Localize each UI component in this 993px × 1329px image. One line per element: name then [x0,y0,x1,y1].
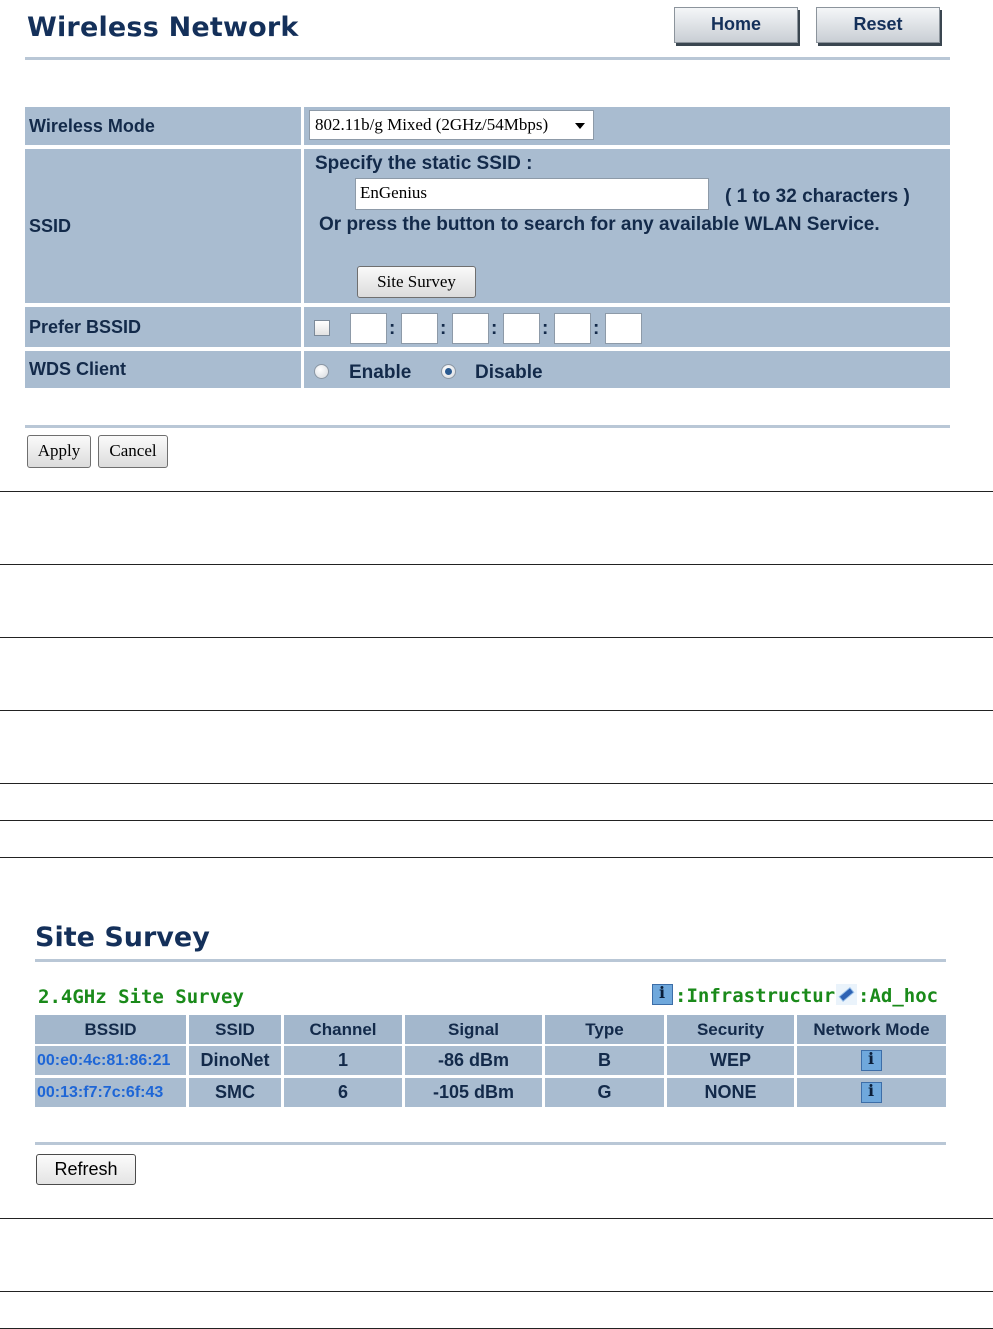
wds-client-cell: Enable Disable [304,351,950,388]
wds-disable-radio[interactable] [441,364,456,379]
security-cell: NONE [667,1078,794,1107]
divider-line [0,1291,993,1292]
security-cell: WEP [667,1046,794,1075]
site-survey-bottom-divider [35,1142,946,1145]
infrastructure-icon [861,1049,882,1071]
infrastructure-legend-label: :Infrastructure [675,985,847,1007]
column-header-network-mode: Network Mode [797,1015,946,1044]
ssid-cell: SMC [189,1078,281,1107]
column-header-channel: Channel [284,1015,402,1044]
bssid-separator: : [389,318,396,339]
ssid-specify-text: Specify the static SSID : [315,153,533,174]
ssid-cell: Specify the static SSID : EnGenius ( 1 t… [304,149,950,303]
reset-button[interactable]: Reset [816,7,940,43]
wireless-mode-select[interactable]: 802.11b/g Mixed (2GHz/54Mbps) [309,110,594,140]
site-survey-button[interactable]: Site Survey [357,266,476,298]
form-bottom-divider [25,425,950,428]
divider-line [0,710,993,711]
ssid-input[interactable]: EnGenius [355,178,709,210]
bssid-separator: : [440,318,447,339]
cancel-button[interactable]: Cancel [98,435,168,468]
signal-cell: -86 dBm [405,1046,542,1075]
infrastructure-icon [861,1081,882,1103]
signal-cell: -105 dBm [405,1078,542,1107]
bssid-octet-6[interactable] [605,313,642,344]
title-divider [25,57,950,60]
ssid-row: SSID Specify the static SSID : EnGenius … [25,149,950,303]
channel-cell: 1 [284,1046,402,1075]
ssid-cell: DinoNet [189,1046,281,1075]
type-cell: G [545,1078,664,1107]
bssid-link[interactable]: 00:13:f7:7c:6f:43 [35,1078,186,1107]
ssid-label: SSID [25,149,301,303]
wds-disable-label: Disable [475,362,543,383]
prefer-bssid-checkbox[interactable] [314,320,330,336]
wds-enable-label: Enable [349,362,412,383]
site-survey-title-divider [35,959,946,962]
bssid-separator: : [593,318,600,339]
divider-line [0,783,993,784]
column-header-bssid: BSSID [35,1015,186,1044]
site-survey-title: Site Survey [35,922,210,953]
bssid-octet-3[interactable] [452,313,489,344]
prefer-bssid-label: Prefer BSSID [25,307,301,347]
apply-button[interactable]: Apply [27,435,91,468]
column-header-type: Type [545,1015,664,1044]
network-mode-cell [797,1046,946,1075]
ssid-length-hint: ( 1 to 32 characters ) [725,186,910,207]
prefer-bssid-row: Prefer BSSID : : : : : [25,307,950,347]
wireless-mode-value: 802.11b/g Mixed (2GHz/54Mbps) [315,115,549,134]
column-header-signal: Signal [405,1015,542,1044]
wireless-mode-cell: 802.11b/g Mixed (2GHz/54Mbps) [304,107,950,145]
bssid-separator: : [542,318,549,339]
column-header-ssid: SSID [189,1015,281,1044]
bssid-octet-1[interactable] [350,313,387,344]
bssid-octet-4[interactable] [503,313,540,344]
wds-client-label: WDS Client [25,351,301,388]
divider-line [0,491,993,492]
infrastructure-legend-icon [652,983,673,1005]
bssid-octet-5[interactable] [554,313,591,344]
type-cell: B [545,1046,664,1075]
ssid-search-text: Or press the button to search for any av… [319,214,880,235]
refresh-button[interactable]: Refresh [36,1154,136,1185]
divider-line [0,1218,993,1219]
prefer-bssid-cell: : : : : : [304,307,950,347]
home-button[interactable]: Home [674,7,798,43]
wireless-mode-label: Wireless Mode [25,107,301,145]
divider-line [0,857,993,858]
site-survey-subtitle: 2.4GHz Site Survey [38,986,244,1008]
divider-line [0,820,993,821]
divider-line [0,564,993,565]
bssid-octet-2[interactable] [401,313,438,344]
column-header-security: Security [667,1015,794,1044]
wds-enable-radio[interactable] [314,364,329,379]
adhoc-legend-label: :Ad_hoc [858,985,939,1007]
channel-cell: 6 [284,1078,402,1107]
wds-client-row: WDS Client Enable Disable [25,351,950,388]
wireless-network-title: Wireless Network [27,12,299,43]
chevron-down-icon [575,123,585,129]
divider-line [0,637,993,638]
adhoc-legend-icon [836,984,857,1005]
wireless-mode-row: Wireless Mode 802.11b/g Mixed (2GHz/54Mb… [25,107,950,145]
network-mode-cell [797,1078,946,1107]
bssid-separator: : [491,318,498,339]
bssid-link[interactable]: 00:e0:4c:81:86:21 [35,1046,186,1075]
